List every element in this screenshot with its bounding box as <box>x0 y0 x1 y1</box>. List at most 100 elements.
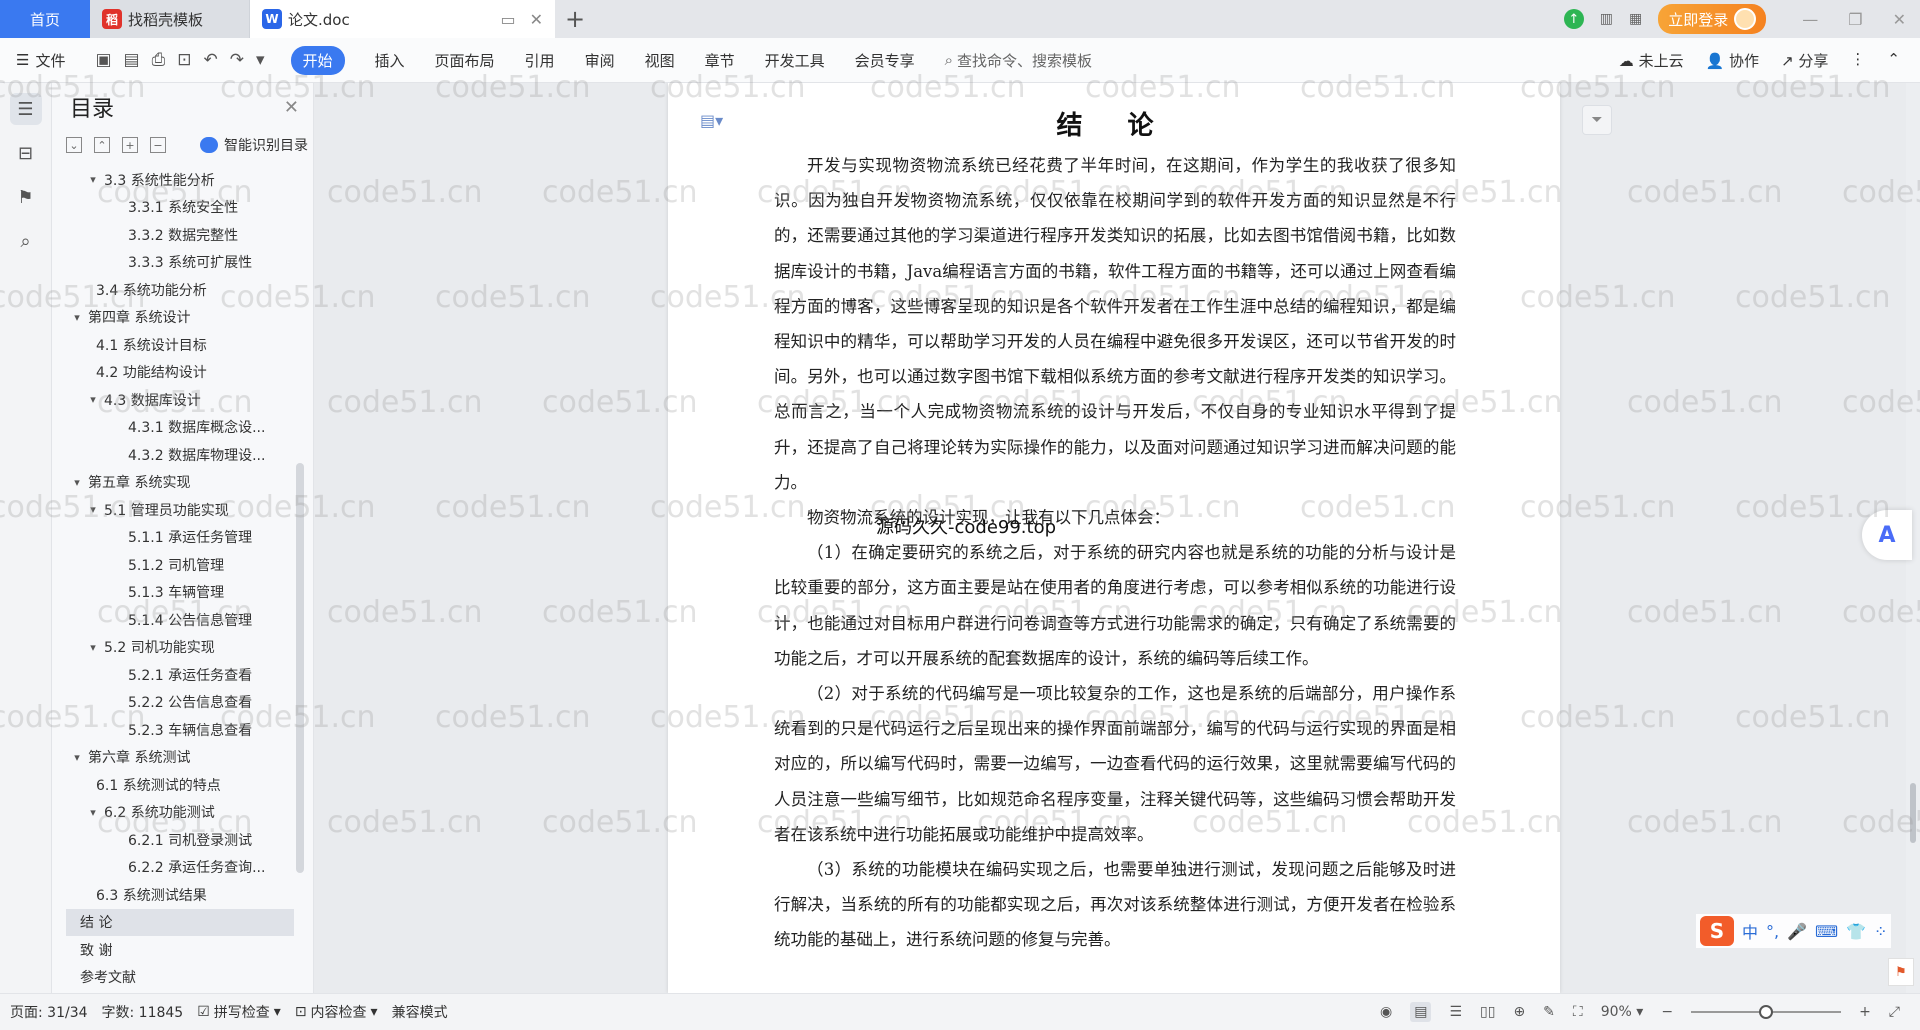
ime-grid-icon[interactable]: ⁘ <box>1874 922 1887 941</box>
document-page[interactable]: ▤▾ 结 论 开发与实现物资物流系统已经花费了半年时间，在这期间，作为学生的我收… <box>668 83 1560 993</box>
read-view-icon[interactable]: ▯▯ <box>1480 1004 1495 1020</box>
upgrade-icon[interactable]: ↑ <box>1563 9 1584 29</box>
toc-item[interactable]: 5.1.2 司机管理 <box>66 551 294 579</box>
page-count[interactable]: 页面: 31/34 <box>10 1002 88 1022</box>
add-heading-icon[interactable]: + <box>122 137 138 153</box>
toc-item[interactable]: ▾ 4.3 数据库设计 <box>66 386 294 414</box>
ime-punct[interactable]: °, <box>1766 922 1779 941</box>
menu-tab-5[interactable]: 视图 <box>645 50 675 71</box>
toc-item[interactable]: 3.3.3 系统可扩展性 <box>66 249 294 277</box>
keyboard-icon[interactable]: ⌨ <box>1815 922 1838 941</box>
toc-item[interactable]: 3.4 系统功能分析 <box>66 276 294 304</box>
restore-icon[interactable]: ❐ <box>1848 10 1862 29</box>
collapse-caret-icon[interactable]: ▾ <box>86 173 100 186</box>
more-icon[interactable]: ⋮ <box>1850 50 1865 71</box>
page-view-icon[interactable]: ▤ <box>1410 1002 1432 1022</box>
menu-tab-4[interactable]: 审阅 <box>585 50 615 71</box>
skin-icon[interactable]: 👕 <box>1846 922 1866 941</box>
toc-item[interactable]: 致 谢 <box>66 936 294 964</box>
collapse-caret-icon[interactable]: ▾ <box>86 393 100 406</box>
toc-item[interactable]: 4.3.1 数据库概念设... <box>66 414 294 442</box>
bookmark-icon[interactable]: ⚑ <box>10 181 42 213</box>
find-icon[interactable]: ⌕ <box>10 225 42 257</box>
layout-icon[interactable]: ▥ <box>1600 11 1613 27</box>
window-close-icon[interactable]: ✕ <box>1893 10 1906 29</box>
tab-pin-icon[interactable]: ▭ <box>500 10 515 29</box>
toc-item[interactable]: ▾ 第五章 系统实现 <box>66 469 294 497</box>
tab-home[interactable]: 首页 <box>0 0 90 38</box>
expand-all-icon[interactable]: ⌄ <box>66 137 82 153</box>
collapse-caret-icon[interactable]: ▾ <box>86 503 100 516</box>
toc-item[interactable]: ▾ 3.3 系统性能分析 <box>66 166 294 194</box>
toc-item[interactable]: ▾ 5.1 管理员功能实现 <box>66 496 294 524</box>
command-search[interactable]: ⌕ 查找命令、搜索模板 <box>945 50 1092 71</box>
toc-item[interactable]: 6.2.2 承运任务查询... <box>66 854 294 882</box>
menu-tab-6[interactable]: 章节 <box>705 50 735 71</box>
collapse-caret-icon[interactable]: ▾ <box>70 751 84 764</box>
toc-item[interactable]: ▾ 6.2 系统功能测试 <box>66 799 294 827</box>
toc-item[interactable]: 4.1 系统设计目标 <box>66 331 294 359</box>
fit-page-icon[interactable]: ⛶ <box>1573 1004 1583 1020</box>
print-icon[interactable]: ⎙ <box>152 50 166 70</box>
scroll-thumb[interactable] <box>1910 783 1916 843</box>
collapse-caret-icon[interactable]: ▾ <box>70 476 84 489</box>
menu-tab-8[interactable]: 会员专享 <box>855 50 915 71</box>
share-button[interactable]: ↗ 分享 <box>1781 50 1828 71</box>
save-icon[interactable]: ▣ <box>95 50 111 70</box>
pen-icon[interactable]: ✎ <box>1543 1004 1555 1020</box>
quick-access-dropdown-icon[interactable]: ▾ <box>256 50 265 70</box>
sogou-ime-icon[interactable]: S <box>1700 916 1734 946</box>
toc-panel-icon[interactable]: ☰ <box>9 93 42 125</box>
menu-tab-2[interactable]: 页面布局 <box>435 50 495 71</box>
zoom-in-icon[interactable]: + <box>1859 1004 1871 1020</box>
login-button[interactable]: 立即登录 <box>1658 4 1767 34</box>
zoom-level[interactable]: 90% ▾ <box>1601 1004 1644 1020</box>
collapse-all-icon[interactable]: ⌃ <box>94 137 110 153</box>
outline-view-icon[interactable]: ☰ <box>1449 1004 1462 1020</box>
new-tab-icon[interactable]: + <box>555 5 595 33</box>
ime-lang[interactable]: 中 <box>1742 919 1758 943</box>
microphone-icon[interactable]: 🎤 <box>1787 922 1807 941</box>
toc-item[interactable]: 5.1.4 公告信息管理 <box>66 606 294 634</box>
smart-toc-button[interactable]: 智能识别目录 <box>200 135 308 155</box>
tab-template[interactable]: 稻 找稻壳模板 <box>90 0 250 38</box>
spell-check[interactable]: ☑ 拼写检查 ▾ <box>197 1002 281 1022</box>
preview-icon[interactable]: ⊡ <box>177 50 191 70</box>
remove-heading-icon[interactable]: − <box>150 137 166 153</box>
zoom-slider-knob[interactable] <box>1759 1005 1774 1019</box>
collapse-caret-icon[interactable]: ▾ <box>70 311 84 324</box>
cloud-status[interactable]: ☁ 未上云 <box>1619 50 1684 71</box>
collapse-caret-icon[interactable]: ▾ <box>86 641 100 654</box>
collab-button[interactable]: 👤 协作 <box>1706 50 1759 71</box>
undo-icon[interactable]: ↶ <box>203 50 217 70</box>
minimize-icon[interactable]: — <box>1802 10 1818 29</box>
export-icon[interactable]: ▤ <box>124 50 140 70</box>
toc-item[interactable]: 5.1.1 承运任务管理 <box>66 524 294 552</box>
web-view-icon[interactable]: ⊕ <box>1513 1004 1525 1020</box>
tab-document[interactable]: W 论文.doc ▭ ✕ <box>250 0 555 38</box>
toc-item[interactable]: ▾ 5.2 司机功能实现 <box>66 634 294 662</box>
navigation-icon[interactable]: ⊟ <box>10 137 42 169</box>
tab-close-icon[interactable]: ✕ <box>530 10 543 29</box>
fullscreen-icon[interactable]: ⤢ <box>1889 1004 1900 1020</box>
toc-item[interactable]: 5.1.3 车辆管理 <box>66 579 294 607</box>
collapse-ribbon-icon[interactable]: ⌃ <box>1887 50 1900 71</box>
toc-item[interactable]: 4.2 功能结构设计 <box>66 359 294 387</box>
toc-item[interactable]: 3.3.1 系统安全性 <box>66 194 294 222</box>
toc-item[interactable]: 6.1 系统测试的特点 <box>66 771 294 799</box>
redo-icon[interactable]: ↷ <box>230 50 244 70</box>
menu-tab-0[interactable]: 开始 <box>290 45 345 75</box>
file-menu[interactable]: ☰ 文件 <box>16 50 65 71</box>
content-check[interactable]: ⊡ 内容检查 ▾ <box>295 1002 378 1022</box>
zoom-slider[interactable] <box>1691 1005 1842 1019</box>
toc-item[interactable]: 6.2.1 司机登录测试 <box>66 826 294 854</box>
toc-item[interactable]: 3.3.2 数据完整性 <box>66 221 294 249</box>
toc-item[interactable]: 4.3.2 数据库物理设... <box>66 441 294 469</box>
menu-tab-1[interactable]: 插入 <box>375 50 405 71</box>
toc-item[interactable]: 5.2.2 公告信息查看 <box>66 689 294 717</box>
toc-item[interactable]: 结 论 <box>66 908 294 936</box>
toc-item[interactable]: 5.2.1 承运任务查看 <box>66 661 294 689</box>
ai-assistant-icon[interactable]: A <box>1862 510 1912 560</box>
word-count[interactable]: 字数: 11845 <box>102 1002 184 1022</box>
toc-item[interactable]: 参考文献 <box>66 964 294 992</box>
